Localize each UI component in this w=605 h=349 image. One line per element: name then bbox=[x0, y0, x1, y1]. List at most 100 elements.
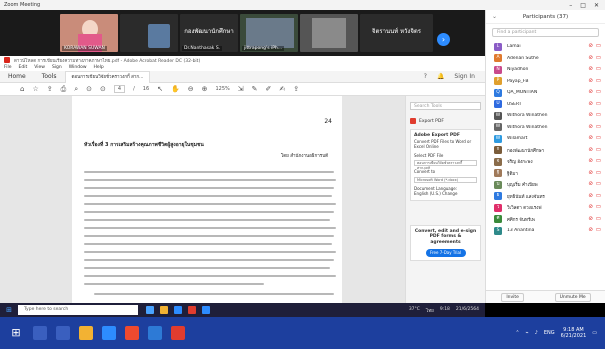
mic-muted-icon[interactable]: ⊘ bbox=[588, 78, 593, 84]
language-indicator[interactable]: ไทย bbox=[426, 307, 434, 314]
mic-muted-icon[interactable]: ⊘ bbox=[588, 101, 593, 107]
menu-window[interactable]: Window bbox=[69, 65, 87, 70]
find-participant-input[interactable]: Find a participant bbox=[492, 28, 599, 37]
participant-row[interactable]: W Withora Winathen ⊘ ▭ bbox=[486, 110, 605, 122]
hand-icon[interactable]: ✋ bbox=[171, 85, 180, 93]
share-icon[interactable]: ⇪ bbox=[293, 85, 299, 93]
sign-in-link[interactable]: Sign In bbox=[454, 73, 475, 80]
search-icon[interactable] bbox=[33, 326, 47, 340]
video-tile-2[interactable] bbox=[120, 14, 178, 52]
participant-row[interactable]: P Payap_FB ⊘ ▭ bbox=[486, 76, 605, 88]
language-indicator[interactable]: ENG bbox=[544, 330, 555, 336]
chrome-icon[interactable] bbox=[125, 326, 139, 340]
video-tile-5[interactable] bbox=[300, 14, 358, 52]
fit-icon[interactable]: ⇲ bbox=[238, 85, 244, 93]
upload-icon[interactable]: ⇪ bbox=[47, 85, 53, 93]
tab-document[interactable]: ตอนการเขียนวิจัยชั่วคราวงกกี้ สาก... bbox=[64, 70, 151, 83]
camera-off-icon[interactable]: ▭ bbox=[596, 227, 601, 233]
camera-off-icon[interactable]: ▭ bbox=[596, 158, 601, 164]
camera-off-icon[interactable]: ▭ bbox=[596, 101, 601, 107]
bookmark-icon[interactable]: ☆ bbox=[32, 85, 38, 93]
word-icon[interactable] bbox=[148, 326, 162, 340]
camera-off-icon[interactable]: ▭ bbox=[596, 112, 601, 118]
menu-sign[interactable]: Sign bbox=[52, 65, 62, 70]
minimize-icon[interactable]: – bbox=[569, 2, 572, 9]
zoom-in-icon[interactable]: ⊕ bbox=[202, 85, 208, 93]
mic-muted-icon[interactable]: ⊘ bbox=[588, 135, 593, 141]
participant-row[interactable]: L Lamai ⊘ ▭ bbox=[486, 41, 605, 53]
mic-muted-icon[interactable]: ⊘ bbox=[588, 193, 593, 199]
highlight-icon[interactable]: ✐ bbox=[266, 85, 272, 93]
print-icon[interactable]: ⎙ bbox=[61, 85, 67, 94]
export-pdf-tool[interactable]: Export PDF bbox=[406, 116, 485, 126]
participant-row[interactable]: ว วิเวิลตา ดวงแรงฟ ⊘ ▭ bbox=[486, 202, 605, 214]
menu-edit[interactable]: Edit bbox=[19, 65, 28, 70]
comment-icon[interactable]: ✎ bbox=[252, 85, 258, 93]
participant-row[interactable]: N Niyadhon ⊘ ▭ bbox=[486, 64, 605, 76]
collapse-icon[interactable]: ⌄ bbox=[492, 10, 497, 24]
file-explorer-icon[interactable] bbox=[79, 326, 93, 340]
chevron-right-icon[interactable]: › bbox=[437, 33, 450, 46]
mic-muted-icon[interactable]: ⊘ bbox=[588, 147, 593, 153]
mic-muted-icon[interactable]: ⊘ bbox=[588, 43, 593, 49]
camera-off-icon[interactable]: ▭ bbox=[596, 55, 601, 61]
sign-icon[interactable]: ✍ bbox=[279, 85, 285, 93]
volume-icon[interactable]: ♪ bbox=[535, 330, 538, 336]
zoom-level[interactable]: 125% bbox=[215, 86, 229, 92]
chevron-up-icon[interactable]: ⌃ bbox=[515, 330, 519, 336]
outer-clock[interactable]: 9:18 AM 6/21/2021 bbox=[561, 327, 587, 339]
next-page-icon[interactable]: ⊙ bbox=[100, 85, 106, 93]
prev-page-icon[interactable]: ⊙ bbox=[86, 85, 92, 93]
tab-home[interactable]: Home bbox=[0, 73, 34, 80]
participant-row[interactable]: ย ยุทธินันท์ แสงจันทร ⊘ ▭ bbox=[486, 191, 605, 203]
mic-muted-icon[interactable]: ⊘ bbox=[588, 158, 593, 164]
home-icon[interactable]: ⌂ bbox=[20, 85, 24, 93]
video-tile-4[interactable]: jittrapong's iPh... bbox=[240, 14, 298, 52]
participant-row[interactable]: S 13 Anantina ⊘ ▭ bbox=[486, 225, 605, 237]
video-tile-3[interactable]: กองพัฒนานักศึกษา Dr.Nanthasak S. bbox=[180, 14, 238, 52]
participant-row[interactable]: Q QA_MONTIAN ⊘ ▭ bbox=[486, 87, 605, 99]
help-icon[interactable]: ? bbox=[424, 73, 427, 80]
search-tools-input[interactable]: Search Tools bbox=[410, 102, 481, 110]
camera-off-icon[interactable]: ▭ bbox=[596, 43, 601, 49]
participant-row[interactable]: ก กองพัฒนานักศึกษา ⊘ ▭ bbox=[486, 145, 605, 157]
close-icon[interactable]: ✕ bbox=[594, 2, 599, 9]
zoom-taskbar-icon[interactable] bbox=[102, 326, 116, 340]
mic-muted-icon[interactable]: ⊘ bbox=[588, 227, 593, 233]
select-pdf-field[interactable]: ตอนการเขียนวิจัยชั่วคราวงกกี้ สาก.pdf bbox=[414, 160, 477, 170]
mic-muted-icon[interactable]: ⊘ bbox=[588, 170, 593, 176]
doc-language-value[interactable]: English (U.S.) Change bbox=[414, 191, 477, 197]
participant-row[interactable]: ศ ศศิกร จันทร์เพ ⊘ ▭ bbox=[486, 214, 605, 226]
camera-off-icon[interactable]: ▭ bbox=[596, 147, 601, 153]
search-icon[interactable]: ⌕ bbox=[74, 85, 78, 94]
participant-row[interactable]: ฐ ฐิติมา ⊘ ▭ bbox=[486, 168, 605, 180]
mic-muted-icon[interactable]: ⊘ bbox=[588, 55, 593, 61]
participant-row[interactable]: A Adenan Suthe ⊘ ▭ bbox=[486, 53, 605, 65]
mic-muted-icon[interactable]: ⊘ bbox=[588, 112, 593, 118]
acrobat-taskbar-icon[interactable] bbox=[188, 306, 196, 314]
camera-off-icon[interactable]: ▭ bbox=[596, 216, 601, 222]
mic-muted-icon[interactable]: ⊘ bbox=[588, 89, 593, 95]
camera-off-icon[interactable]: ▭ bbox=[596, 135, 601, 141]
invite-button[interactable]: Invite bbox=[501, 292, 524, 302]
camera-off-icon[interactable]: ▭ bbox=[596, 181, 601, 187]
taskbar-search[interactable]: Type here to search bbox=[18, 305, 138, 315]
bell-icon[interactable]: 🔔 bbox=[437, 73, 444, 80]
mic-muted-icon[interactable]: ⊘ bbox=[588, 216, 593, 222]
notification-icon[interactable]: ▭ bbox=[592, 330, 597, 336]
camera-off-icon[interactable]: ▭ bbox=[596, 204, 601, 210]
camera-off-icon[interactable]: ▭ bbox=[596, 89, 601, 95]
menu-view[interactable]: View bbox=[34, 65, 45, 70]
video-tile-1[interactable]: KORAWAN SUWAN bbox=[60, 14, 118, 52]
mic-muted-icon[interactable]: ⊘ bbox=[588, 66, 593, 72]
edge-icon[interactable] bbox=[174, 306, 182, 314]
zoom-taskbar-icon[interactable] bbox=[202, 306, 210, 314]
free-trial-button[interactable]: Free 7-Day Trial bbox=[425, 249, 466, 257]
participant-row[interactable]: บ บุญเริ่ม คำเปียพ ⊘ ▭ bbox=[486, 179, 605, 191]
mic-muted-icon[interactable]: ⊘ bbox=[588, 204, 593, 210]
camera-off-icon[interactable]: ▭ bbox=[596, 170, 601, 176]
file-explorer-icon[interactable] bbox=[160, 306, 168, 314]
unmute-me-button[interactable]: Unmute Me bbox=[554, 292, 591, 302]
camera-off-icon[interactable]: ▭ bbox=[596, 124, 601, 130]
participant-row[interactable]: W Wilamart ⊘ ▭ bbox=[486, 133, 605, 145]
